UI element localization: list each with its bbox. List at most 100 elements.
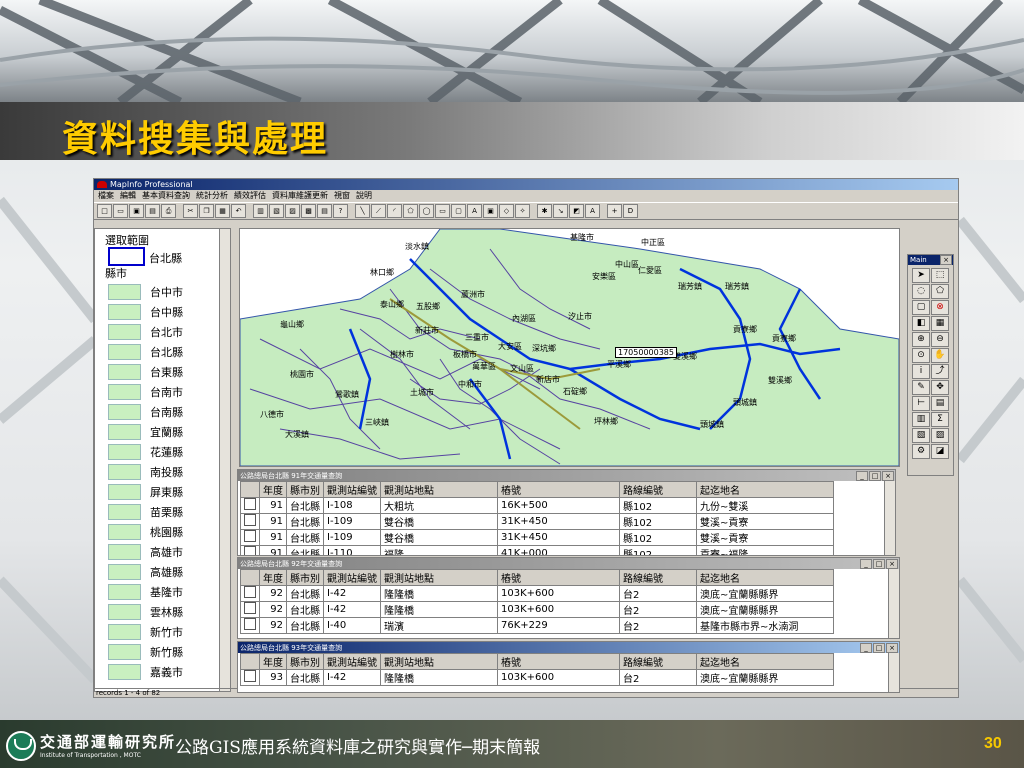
statistics-icon[interactable]: ▥ [912,412,930,427]
table-cell[interactable]: 隆隆橋 [380,585,498,602]
table-cell[interactable]: 台2 [619,601,697,618]
table-cell[interactable]: I-40 [323,617,381,634]
rounded-rect-tool-icon[interactable]: ▢ [451,204,466,218]
table-cell[interactable]: 台北縣 [286,513,324,530]
menu-performance[interactable]: 績效評估 [234,190,266,202]
table-cell[interactable]: 台北縣 [286,545,324,555]
table-cell[interactable]: 41K+000 [497,545,620,555]
column-header[interactable]: 觀測站地點 [380,653,498,670]
reshape-icon[interactable]: ◇ [499,204,514,218]
ellipse-tool-icon[interactable]: ◯ [419,204,434,218]
close-icon[interactable]: × [940,255,952,265]
column-header[interactable]: 年度 [259,653,287,670]
line-style-icon[interactable]: ↘ [553,204,568,218]
table-cell[interactable]: 台2 [619,585,697,602]
table-cell[interactable]: I-109 [323,529,381,546]
sum-icon[interactable]: Σ [931,412,949,427]
table-cell[interactable]: 103K+600 [497,601,620,618]
plus-icon[interactable]: + [607,204,622,218]
info-icon[interactable]: i [912,364,930,379]
new-grapher-icon[interactable]: ▨ [285,204,300,218]
rectangle-tool-icon[interactable]: ▭ [435,204,450,218]
table-cell[interactable]: I-108 [323,497,381,514]
table-row[interactable]: 92 台北縣 I-40 瑞濱 76K+229 台2 基隆市縣市界~水湳洞 [240,617,834,634]
table-scrollbar[interactable] [884,481,895,555]
table-cell[interactable]: 91 [259,545,287,555]
table-cell[interactable]: 92 [259,585,287,602]
maximize-icon[interactable]: □ [873,558,885,569]
column-header[interactable]: 年度 [259,569,287,586]
table-row[interactable]: 92 台北縣 I-42 隆隆橋 103K+600 台2 澳底~宜蘭縣縣界 [240,601,834,618]
table-cell[interactable]: 台北縣 [286,529,324,546]
invert-select-icon[interactable]: ◧ [912,316,930,331]
table-cell[interactable]: 16K+500 [497,497,620,514]
polygon-tool-icon[interactable]: ⬠ [403,204,418,218]
table-cell[interactable]: 雙溪~貢寮 [696,529,834,546]
table-cell[interactable]: 縣102 [619,529,697,546]
row-checkbox[interactable] [244,546,256,555]
row-checkbox[interactable] [244,602,256,614]
table-cell[interactable]: 台2 [619,669,697,686]
table-cell[interactable]: I-109 [323,513,381,530]
new-layout-icon[interactable]: ▩ [301,204,316,218]
ruler-icon[interactable]: ⊢ [912,396,930,411]
label-icon[interactable]: ✎ [912,380,930,395]
table-cell[interactable]: 縣102 [619,513,697,530]
column-header[interactable]: 起迄地名 [696,653,834,670]
table-cell[interactable]: 縣102 [619,497,697,514]
row-checkbox[interactable] [244,618,256,630]
table-cell[interactable]: 縣102 [619,545,697,555]
table-cell[interactable]: 隆隆橋 [380,669,498,686]
table-cell[interactable]: 台北縣 [286,617,324,634]
table-row[interactable]: 92 台北縣 I-42 隆隆橋 103K+600 台2 澳底~宜蘭縣縣界 [240,585,834,602]
zoom-out-icon[interactable]: ⊖ [931,332,949,347]
menu-basic-query[interactable]: 基本資料查詢 [142,190,190,202]
table-cell[interactable]: 台北縣 [286,497,324,514]
table-cell[interactable]: 雙谷橋 [380,513,498,530]
help-pointer-icon[interactable]: ? [333,204,348,218]
table-cell[interactable]: 澳底~宜蘭縣縣界 [696,601,834,618]
menu-help[interactable]: 說明 [356,190,372,202]
region-style-icon[interactable]: ◩ [569,204,584,218]
copy-icon[interactable]: ❐ [199,204,214,218]
arc-tool-icon[interactable]: ◜ [387,204,402,218]
table-cell[interactable]: 台北縣 [286,601,324,618]
minimize-icon[interactable]: _ [860,558,872,569]
radius-select-icon[interactable]: ◌ [912,284,930,299]
table-cell[interactable]: I-42 [323,669,381,686]
d-icon[interactable]: D [623,204,638,218]
column-header[interactable]: 觀測站地點 [380,481,498,498]
print-icon[interactable]: ⎙ [161,204,176,218]
column-header[interactable]: 路線編號 [619,653,697,670]
table-row[interactable]: 91 台北縣 I-108 大粗坑 16K+500 縣102 九份~雙溪 [240,497,834,514]
column-header[interactable]: 年度 [259,481,287,498]
column-header[interactable]: 路線編號 [619,569,697,586]
new-mapper-icon[interactable]: ▧ [269,204,284,218]
table-cell[interactable]: 31K+450 [497,513,620,530]
map-window[interactable]: 淡水鎮 基隆市 中正區 中山區 仁愛區 安樂區 瑞芳鎮 瑞芳鎮 貢寮鄉 貢寮鄉 … [239,228,900,467]
hotlink-icon[interactable]: ⤴ [931,364,949,379]
column-header[interactable]: 起迄地名 [696,481,834,498]
table-cell[interactable]: 雙谷橋 [380,529,498,546]
polygon-select-icon[interactable]: ⬠ [931,284,949,299]
undo-icon[interactable]: ↶ [231,204,246,218]
column-header[interactable]: 起迄地名 [696,569,834,586]
table-cell[interactable]: 澳底~宜蘭縣縣界 [696,585,834,602]
table-cell[interactable]: 隆隆橋 [380,601,498,618]
table-scrollbar[interactable] [888,569,899,638]
menu-db-maintenance[interactable]: 資料庫維護更新 [272,190,328,202]
frame-tool-icon[interactable]: ▣ [483,204,498,218]
close-icon[interactable]: × [886,642,898,653]
table-scrollbar[interactable] [888,653,899,692]
draw-icon[interactable]: ◪ [931,444,949,459]
marquee-select-icon[interactable]: ⬚ [931,268,949,283]
table-row[interactable]: 93 台北縣 I-42 隆隆橋 103K+600 台2 澳底~宜蘭縣縣界 [240,669,834,686]
table-row[interactable]: 91 台北縣 I-110 福隆 41K+000 縣102 貢寮~福隆 [240,545,834,555]
cut-icon[interactable]: ✂ [183,204,198,218]
new-browser-icon[interactable]: ▥ [253,204,268,218]
close-icon[interactable]: × [886,558,898,569]
table-cell[interactable]: I-110 [323,545,381,555]
table-cell[interactable]: I-42 [323,585,381,602]
table-cell[interactable]: 103K+600 [497,669,620,686]
menu-statistics[interactable]: 統計分析 [196,190,228,202]
